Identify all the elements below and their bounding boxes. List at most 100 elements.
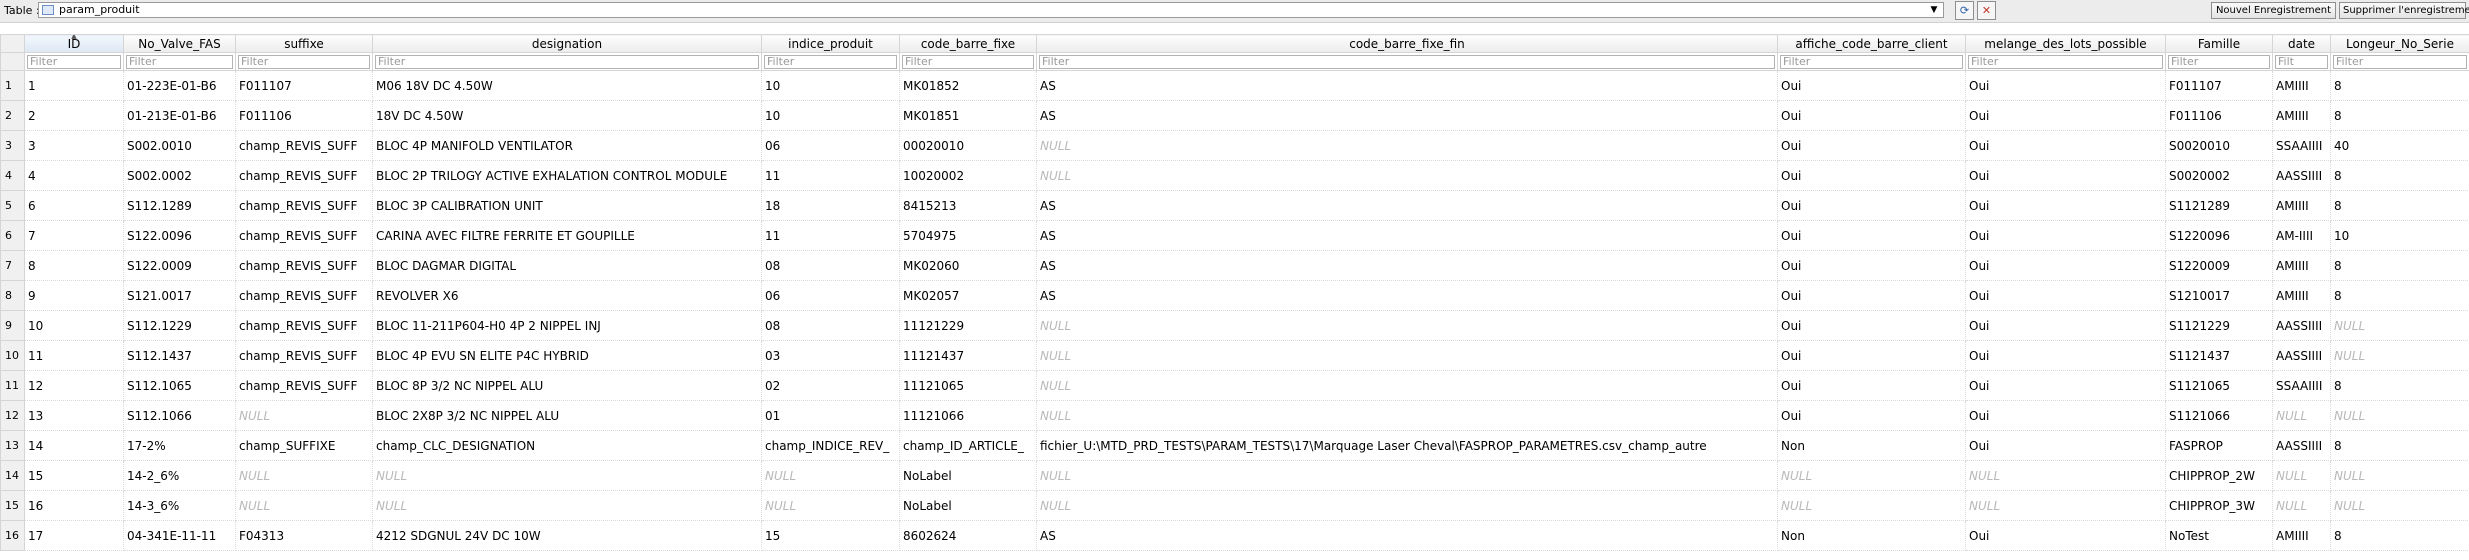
table-row[interactable]: 1 1 01-223E-01-B6 F011107 M06 18V DC 4.50W 10… [0, 70, 2469, 101]
cell-suffixe[interactable]: champ_REVIS_SUFF [235, 340, 373, 371]
filter-input-date[interactable]: Filt [2275, 54, 2328, 69]
delete-record-button[interactable]: Supprimer l'enregistrement [2339, 2, 2469, 19]
cell-date[interactable]: AMIIII [2272, 280, 2331, 311]
column-header-longeur-no-serie[interactable]: Longeur_No_Serie [2330, 34, 2469, 53]
cell-affiche-code-barre-client[interactable]: Oui [1777, 70, 1966, 101]
cell-id[interactable]: 1 [24, 70, 124, 101]
cell-code-barre-fixe[interactable]: 11121229 [899, 310, 1037, 341]
column-header-code-barre-fixe-fin[interactable]: code_barre_fixe_fin [1036, 34, 1778, 53]
cell-code-barre-fixe-fin[interactable]: NULL [1036, 160, 1778, 191]
cell-code-barre-fixe[interactable]: champ_ID_ARTICLE_ [899, 430, 1037, 461]
cell-indice-produit[interactable]: 01 [761, 400, 900, 431]
cell-designation[interactable]: REVOLVER X6 [372, 280, 762, 311]
cell-no-valve-fas[interactable]: 17-2% [123, 430, 236, 461]
cell-date[interactable]: AMIIII [2272, 520, 2331, 551]
filter-input-id[interactable]: Filter [27, 54, 121, 69]
new-record-button[interactable]: Nouvel Enregistrement [2211, 2, 2336, 19]
refresh-icon[interactable]: ⟳ [1955, 1, 1974, 20]
cell-affiche-code-barre-client[interactable]: Non [1777, 520, 1966, 551]
cell-code-barre-fixe[interactable]: 11121066 [899, 400, 1037, 431]
cell-melange-des-lots-possible[interactable]: Oui [1965, 220, 2166, 251]
cell-designation[interactable]: 4212 SDGNUL 24V DC 10W [372, 520, 762, 551]
cell-date[interactable]: NULL [2272, 490, 2331, 521]
cell-melange-des-lots-possible[interactable]: Oui [1965, 520, 2166, 551]
cell-famille[interactable]: S0020010 [2165, 130, 2273, 161]
cell-suffixe[interactable]: champ_REVIS_SUFF [235, 370, 373, 401]
table-row[interactable]: 7 8 S122.0009 champ_REVIS_SUFF BLOC DAGMAR D… [0, 250, 2469, 281]
column-header-suffixe[interactable]: suffixe [235, 34, 373, 53]
cell-no-valve-fas[interactable]: S112.1065 [123, 370, 236, 401]
cell-designation[interactable]: BLOC 4P MANIFOLD VENTILATOR [372, 130, 762, 161]
column-header-famille[interactable]: Famille [2165, 34, 2273, 53]
cell-longeur-no-serie[interactable]: 8 [2330, 370, 2469, 401]
cell-id[interactable]: 14 [24, 430, 124, 461]
cell-indice-produit[interactable]: 08 [761, 310, 900, 341]
column-header-indice-produit[interactable]: indice_produit [761, 34, 900, 53]
filter-input-code-barre-fixe[interactable]: Filter [902, 54, 1034, 69]
cell-designation[interactable]: champ_CLC_DESIGNATION [372, 430, 762, 461]
cell-melange-des-lots-possible[interactable]: Oui [1965, 190, 2166, 221]
cell-suffixe[interactable]: champ_REVIS_SUFF [235, 280, 373, 311]
cell-indice-produit[interactable]: 08 [761, 250, 900, 281]
cell-code-barre-fixe[interactable]: MK01852 [899, 70, 1037, 101]
row-number[interactable]: 5 [0, 190, 25, 221]
cell-designation[interactable]: BLOC 2P TRILOGY ACTIVE EXHALATION CONTRO… [372, 160, 762, 191]
cell-famille[interactable]: S1121229 [2165, 310, 2273, 341]
row-number[interactable]: 9 [0, 310, 25, 341]
cell-suffixe[interactable]: NULL [235, 400, 373, 431]
row-number[interactable]: 6 [0, 220, 25, 251]
cell-melange-des-lots-possible[interactable]: Oui [1965, 70, 2166, 101]
cell-code-barre-fixe-fin[interactable]: AS [1036, 280, 1778, 311]
cell-longeur-no-serie[interactable]: NULL [2330, 460, 2469, 491]
cell-famille[interactable]: CHIPPROP_3W [2165, 490, 2273, 521]
cell-date[interactable]: AASSIIII [2272, 430, 2331, 461]
cell-code-barre-fixe[interactable]: NoLabel [899, 490, 1037, 521]
row-number[interactable]: 4 [0, 160, 25, 191]
column-header-melange-des-lots-possible[interactable]: melange_des_lots_possible [1965, 34, 2166, 53]
cell-date[interactable]: AMIIII [2272, 250, 2331, 281]
row-number[interactable]: 15 [0, 490, 25, 521]
cell-date[interactable]: AASSIIII [2272, 310, 2331, 341]
cell-designation[interactable]: CARINA AVEC FILTRE FERRITE ET GOUPILLE [372, 220, 762, 251]
cell-designation[interactable]: BLOC 3P CALIBRATION UNIT [372, 190, 762, 221]
cell-designation[interactable]: 18V DC 4.50W [372, 100, 762, 131]
cell-code-barre-fixe-fin[interactable]: AS [1036, 190, 1778, 221]
table-row[interactable]: 4 4 S002.0002 champ_REVIS_SUFF BLOC 2P TRILO… [0, 160, 2469, 191]
filter-input-affiche-code-barre-client[interactable]: Filter [1780, 54, 1963, 69]
cell-id[interactable]: 13 [24, 400, 124, 431]
cell-code-barre-fixe-fin[interactable]: NULL [1036, 310, 1778, 341]
cell-no-valve-fas[interactable]: 01-223E-01-B6 [123, 70, 236, 101]
cell-melange-des-lots-possible[interactable]: Oui [1965, 130, 2166, 161]
cell-affiche-code-barre-client[interactable]: NULL [1777, 490, 1966, 521]
cell-indice-produit[interactable]: 03 [761, 340, 900, 371]
cell-code-barre-fixe-fin[interactable]: NULL [1036, 130, 1778, 161]
cell-indice-produit[interactable]: 11 [761, 160, 900, 191]
cell-longeur-no-serie[interactable]: 8 [2330, 430, 2469, 461]
filter-input-designation[interactable]: Filter [375, 54, 759, 69]
cell-suffixe[interactable]: F011107 [235, 70, 373, 101]
cell-code-barre-fixe-fin[interactable]: AS [1036, 100, 1778, 131]
cell-code-barre-fixe-fin[interactable]: NULL [1036, 400, 1778, 431]
row-number[interactable]: 14 [0, 460, 25, 491]
cell-longeur-no-serie[interactable]: 8 [2330, 250, 2469, 281]
cell-no-valve-fas[interactable]: S122.0096 [123, 220, 236, 251]
cell-indice-produit[interactable]: 11 [761, 220, 900, 251]
cell-code-barre-fixe-fin[interactable]: NULL [1036, 490, 1778, 521]
cell-famille[interactable]: S1121066 [2165, 400, 2273, 431]
cell-code-barre-fixe[interactable]: 00020010 [899, 130, 1037, 161]
header-corner[interactable] [0, 34, 25, 53]
cell-longeur-no-serie[interactable]: 8 [2330, 280, 2469, 311]
cell-id[interactable]: 10 [24, 310, 124, 341]
table-row[interactable]: 13 14 17-2% champ_SUFFIXE champ_CLC_DESIGNAT… [0, 430, 2469, 461]
cell-affiche-code-barre-client[interactable]: Oui [1777, 190, 1966, 221]
cell-longeur-no-serie[interactable]: NULL [2330, 340, 2469, 371]
cell-famille[interactable]: FASPROP [2165, 430, 2273, 461]
cell-code-barre-fixe-fin[interactable]: AS [1036, 520, 1778, 551]
cell-no-valve-fas[interactable]: S002.0010 [123, 130, 236, 161]
cell-melange-des-lots-possible[interactable]: Oui [1965, 250, 2166, 281]
cell-affiche-code-barre-client[interactable]: Oui [1777, 400, 1966, 431]
cell-indice-produit[interactable]: 18 [761, 190, 900, 221]
column-header-no-valve-fas[interactable]: No_Valve_FAS [123, 34, 236, 53]
cell-indice-produit[interactable]: 15 [761, 520, 900, 551]
cell-date[interactable]: SSAAIIII [2272, 130, 2331, 161]
